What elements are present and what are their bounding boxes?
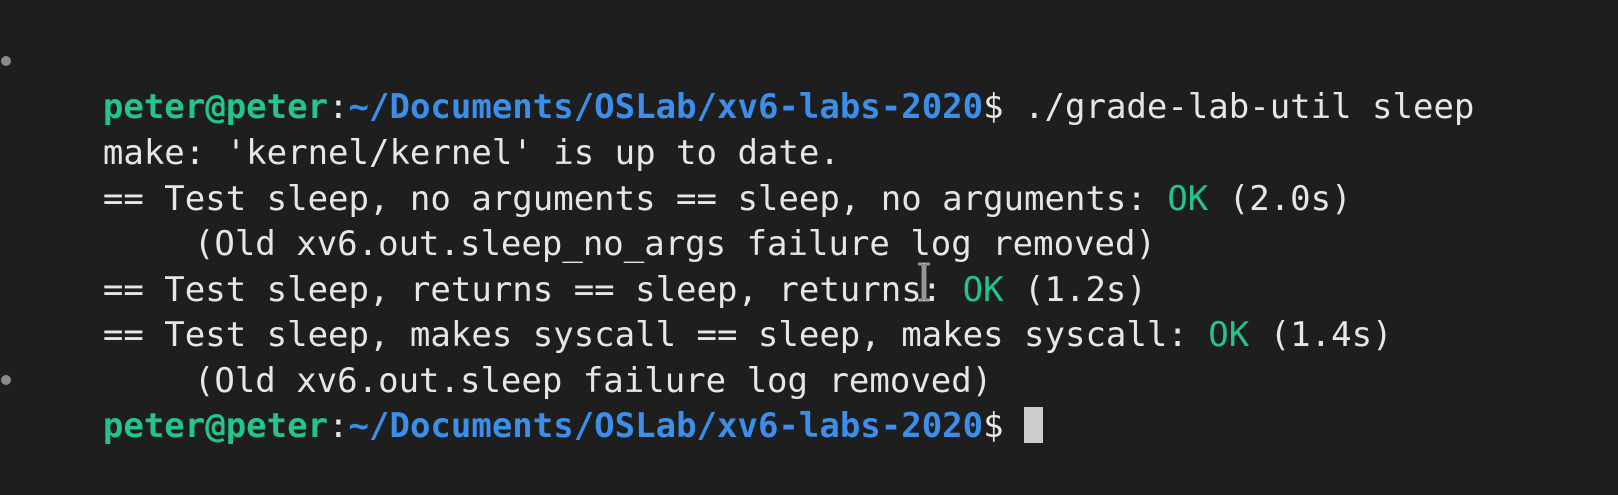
prompt-colon: : <box>328 406 349 446</box>
test-duration: (2.0s) <box>1208 179 1352 219</box>
command-text: ./grade-lab-util sleep <box>1003 87 1475 127</box>
prompt-line-2: peter@peter:~/Documents/OSLab/xv6-labs-2… <box>1 357 1044 446</box>
prompt-user: peter@peter <box>102 406 329 446</box>
prompt-dollar: $ <box>983 406 1004 446</box>
output-line-log-removed-2: (Old xv6.out.sleep failure log removed) <box>21 312 992 401</box>
text-cursor <box>1024 407 1044 443</box>
output-line-make: make: 'kernel/kernel' is up to date. <box>21 84 840 173</box>
terminal-output[interactable]: peter@peter:~/Documents/OSLab/xv6-labs-2… <box>0 0 1618 446</box>
test-duration: (1.4s) <box>1249 315 1393 355</box>
text-select-cursor-icon <box>918 262 930 302</box>
output-line-test-syscall: == Test sleep, makes syscall == sleep, m… <box>21 266 1393 355</box>
prompt-line-1: peter@peter:~/Documents/OSLab/xv6-labs-2… <box>1 38 1474 127</box>
output-line-test-returns: == Test sleep, returns == sleep, returns… <box>21 221 1147 310</box>
prompt-path: ~/Documents/OSLab/xv6-labs-2020 <box>348 406 984 446</box>
test-status-ok: OK <box>1167 179 1209 219</box>
command-decoration-icon[interactable] <box>1 56 11 66</box>
command-decoration-icon[interactable] <box>1 375 11 385</box>
output-line-log-removed-1: (Old xv6.out.sleep_no_args failure log r… <box>21 175 1156 264</box>
output-line-test-no-args: == Test sleep, no arguments == sleep, no… <box>21 130 1352 219</box>
test-status-ok: OK <box>1208 315 1250 355</box>
prompt-dollar: $ <box>983 87 1004 127</box>
